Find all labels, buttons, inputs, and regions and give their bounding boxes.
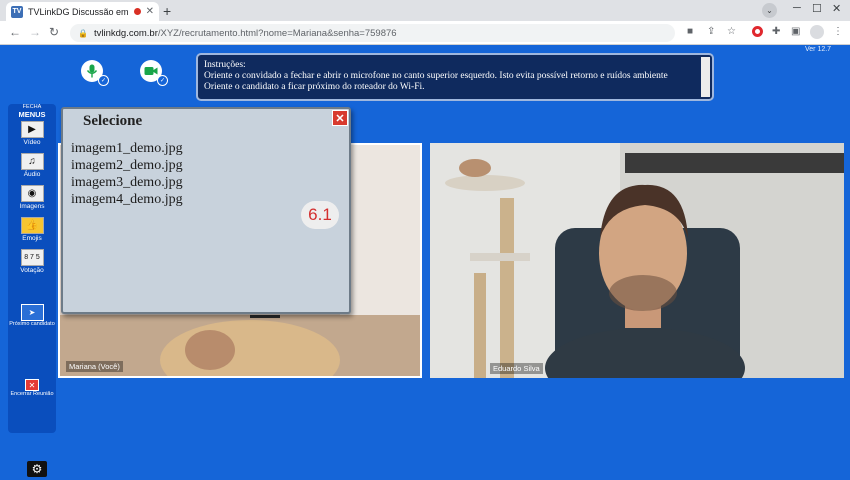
camera-icon (144, 67, 158, 75)
image-file-item[interactable]: imagem4_demo.jpg (71, 191, 183, 208)
tv-favicon-icon: TV (11, 5, 23, 18)
instructions-line: Oriente o candidato a ficar próximo do r… (204, 82, 425, 92)
instructions-line: Oriente o convidado a fechar e abrir o m… (204, 71, 668, 81)
url-path: /XYZ/recrutamento.html?nome=Mariana&senh… (157, 27, 397, 39)
next-candidate-label: Próximo candidato (9, 321, 55, 327)
sidebar-item-label: Emojis (22, 235, 42, 242)
tab-search-icon[interactable]: ⌄ (762, 3, 777, 18)
sidebar-item-label: Votação (20, 267, 44, 274)
recording-icon (133, 8, 141, 15)
step-badge: 6.1 (301, 201, 339, 229)
next-candidate-button[interactable]: ➤ Próximo candidato (8, 304, 56, 327)
app-version: Ver 12.7 (805, 46, 832, 53)
instructions-heading: Instruções: (204, 60, 246, 70)
sidebar-item-label: Vídeo (23, 139, 41, 146)
end-meeting-label: Encerrar Reunião (10, 391, 54, 397)
url-host: tvlinkdg.com.br (93, 27, 158, 39)
sidebar-item-emojis[interactable]: 👍 Emojis (8, 217, 56, 243)
close-menus-label: MENUS (18, 110, 46, 119)
profile-avatar-icon[interactable] (810, 25, 824, 39)
tab-title: TVLinkDG Discussão em Gru (28, 6, 129, 17)
microphone-icon (86, 64, 98, 78)
end-meeting-button[interactable]: ✕ Encerrar Reunião (8, 379, 56, 397)
self-name-tag: Mariana (Você) (66, 361, 123, 372)
video-icon: ▶ (20, 121, 44, 138)
instructions-text: Instruções: Oriente o convidado a fechar… (204, 60, 698, 93)
remote-video-feed (430, 143, 844, 378)
forward-icon[interactable]: → (29, 25, 41, 39)
image-file-item[interactable]: imagem1_demo.jpg (71, 140, 183, 157)
window-close-icon[interactable]: ✕ (832, 2, 841, 15)
sidebar-item-vote[interactable]: 8 7 5 Votação (8, 249, 56, 275)
close-icon: ✕ (335, 112, 345, 125)
camera-button[interactable]: ✓ (140, 60, 168, 86)
camera-in-use-icon[interactable]: ■ (687, 26, 693, 38)
image-file-list: imagem1_demo.jpg imagem2_demo.jpg imagem… (71, 140, 183, 208)
mic-on-check-icon: ✓ (98, 75, 109, 86)
image-file-item[interactable]: imagem3_demo.jpg (71, 174, 183, 191)
sidebar-item-images[interactable]: ◉ Imagens (8, 185, 56, 211)
minimize-icon[interactable]: ─ (793, 2, 801, 14)
instructions-panel[interactable]: Instruções: Oriente o convidado a fechar… (196, 53, 714, 101)
instructions-scrollbar[interactable] (701, 57, 710, 97)
vote-icon: 8 7 5 (20, 249, 44, 266)
browser-toolbar: ← → ↻ 🔒 tvlinkdg.com.br/XYZ/recrutamento… (0, 21, 850, 45)
dialog-title: Selecione (83, 113, 143, 129)
end-meeting-icon: ✕ (25, 379, 39, 391)
emoji-icon: 👍 (20, 217, 44, 234)
opera-extension-icon[interactable] (752, 26, 763, 37)
reload-icon[interactable]: ↻ (49, 25, 59, 39)
next-candidate-icon: ➤ (20, 304, 44, 321)
close-menus-button[interactable]: FECHA MENUS (8, 104, 56, 119)
share-icon[interactable]: ⇪ (707, 26, 715, 38)
image-icon: ◉ (20, 185, 44, 202)
remote-name-tag: Eduardo Silva (490, 363, 543, 374)
settings-gear-icon[interactable]: ⚙ (27, 461, 47, 477)
back-icon[interactable]: ← (9, 25, 21, 39)
side-panel-icon[interactable]: ▣ (791, 26, 800, 38)
extensions-icon[interactable]: ✚ (772, 26, 780, 38)
dialog-close-button[interactable]: ✕ (332, 110, 348, 126)
audio-icon: ♫ (20, 153, 44, 170)
maximize-icon[interactable]: ☐ (812, 2, 822, 15)
sidebar-item-label: Imagens (19, 203, 45, 210)
new-tab-icon[interactable]: + (163, 3, 171, 19)
sidebar-item-audio[interactable]: ♫ Áudio (8, 153, 56, 179)
side-menu: FECHA MENUS ▶ Vídeo ♫ Áudio ◉ Imagens 👍 … (8, 104, 56, 433)
browser-menu-icon[interactable]: ⋮ (833, 26, 843, 38)
bookmark-star-icon[interactable]: ☆ (727, 26, 736, 38)
image-file-item[interactable]: imagem2_demo.jpg (71, 157, 183, 174)
image-select-dialog: Selecione ✕ imagem1_demo.jpg imagem2_dem… (61, 107, 351, 314)
microphone-button[interactable]: ✓ (81, 60, 109, 86)
address-bar[interactable]: 🔒 tvlinkdg.com.br/XYZ/recrutamento.html?… (70, 24, 675, 42)
video-tile-remote[interactable]: Eduardo Silva (430, 143, 844, 378)
browser-tabstrip: TV TVLinkDG Discussão em Gru ✕ + ⌄ ─ ☐ ✕ (0, 0, 850, 21)
lock-icon: 🔒 (78, 28, 88, 38)
tab-close-icon[interactable]: ✕ (146, 6, 154, 17)
browser-tab[interactable]: TV TVLinkDG Discussão em Gru ✕ (6, 2, 159, 21)
sidebar-item-video[interactable]: ▶ Vídeo (8, 121, 56, 147)
camera-on-check-icon: ✓ (157, 75, 168, 86)
sidebar-item-label: Áudio (23, 171, 41, 178)
